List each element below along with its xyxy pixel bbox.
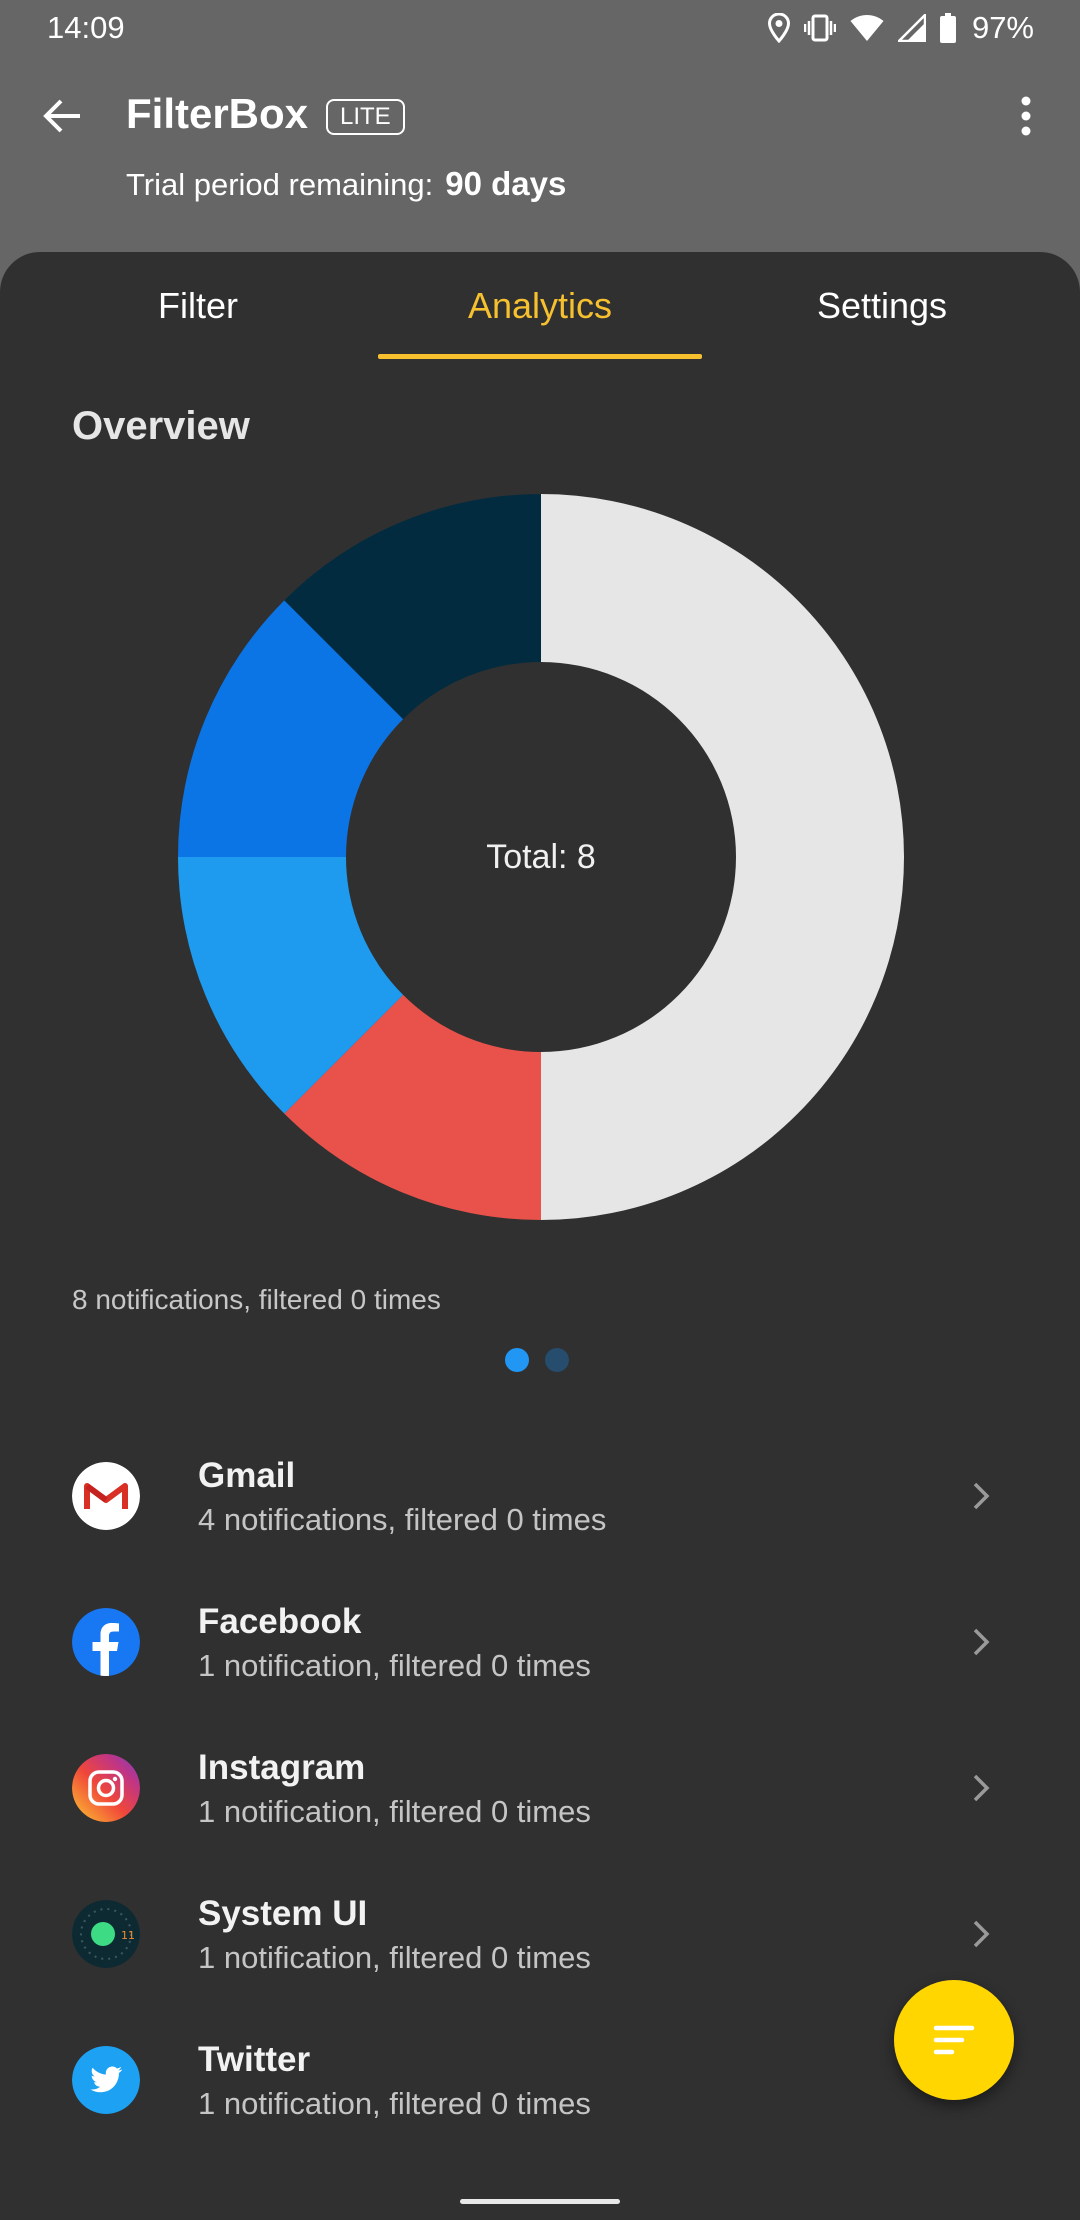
app-subtitle: 4 notifications, filtered 0 times <box>198 1502 607 1537</box>
sort-icon <box>933 2025 975 2055</box>
more-options-button[interactable] <box>1000 90 1052 142</box>
app-subtitle: 1 notification, filtered 0 times <box>198 1648 591 1683</box>
app-row-gmail[interactable]: Gmail 4 notifications, filtered 0 times <box>0 1422 1080 1568</box>
back-button[interactable] <box>36 90 88 142</box>
donut-slice-gmail[interactable] <box>541 494 904 1220</box>
tab-analytics[interactable]: Analytics <box>378 252 702 362</box>
tab-settings[interactable]: Settings <box>714 252 1050 362</box>
app-name: Twitter <box>198 2040 311 2079</box>
app-subtitle: 1 notification, filtered 0 times <box>198 2086 591 2121</box>
svg-text:11: 11 <box>121 1929 135 1942</box>
sort-fab-button[interactable] <box>894 1980 1014 2100</box>
app-row-system-ui[interactable]: 11 System UI 1 notification, filtered 0 … <box>0 1860 1080 2006</box>
donut-chart <box>178 494 904 1220</box>
tab-bar: Filter Analytics Settings <box>0 252 1080 362</box>
tab-indicator <box>378 354 702 359</box>
app-row-instagram[interactable]: Instagram 1 notification, filtered 0 tim… <box>0 1714 1080 1860</box>
status-time: 14:09 <box>47 10 125 45</box>
chevron-right-icon <box>973 1774 990 1802</box>
overview-chart[interactable]: Total: 8 <box>176 492 906 1222</box>
app-row-facebook[interactable]: Facebook 1 notification, filtered 0 time… <box>0 1568 1080 1714</box>
lite-badge: LITE <box>326 99 405 135</box>
chevron-right-icon <box>973 1920 990 1948</box>
instagram-icon <box>72 1754 140 1822</box>
trial-period: Trial period remaining: 90 days <box>126 165 566 203</box>
app-title: FilterBox <box>126 90 309 137</box>
page-indicator <box>505 1348 569 1372</box>
app-subtitle: 1 notification, filtered 0 times <box>198 1940 591 1975</box>
app-name: Gmail <box>198 1456 296 1495</box>
wifi-icon <box>850 14 884 42</box>
app-subtitle: 1 notification, filtered 0 times <box>198 1794 591 1829</box>
app-name: System UI <box>198 1894 368 1933</box>
status-bar: 14:09 97% <box>0 0 1080 56</box>
app-name: Instagram <box>198 1748 366 1787</box>
vibrate-icon <box>803 14 836 42</box>
facebook-icon <box>72 1608 140 1676</box>
gmail-icon <box>72 1462 140 1530</box>
app-bar: FilterBox LITE Trial period remaining: 90… <box>0 64 1080 202</box>
page-dot-2[interactable] <box>545 1348 569 1372</box>
location-icon <box>767 13 790 43</box>
page-dot-1[interactable] <box>505 1348 529 1372</box>
system-ui-icon: 11 <box>72 1900 140 1968</box>
arrow-back-icon <box>43 99 80 133</box>
chevron-right-icon <box>973 1628 990 1656</box>
trial-label: Trial period remaining: <box>126 167 434 202</box>
battery-percentage: 97% <box>971 10 1034 45</box>
overview-summary: 8 notifications, filtered 0 times <box>72 1284 441 1315</box>
tab-filter[interactable]: Filter <box>30 252 366 362</box>
home-indicator[interactable] <box>460 2199 620 2204</box>
twitter-icon <box>72 2046 140 2114</box>
more-vert-icon <box>1021 96 1031 136</box>
content-sheet: Filter Analytics Settings Overview Total… <box>0 252 1080 2220</box>
app-name: Facebook <box>198 1602 362 1641</box>
signal-icon <box>897 14 926 42</box>
trial-days: 90 days <box>445 165 567 202</box>
battery-icon <box>939 13 956 43</box>
status-icons: 97% <box>767 8 1034 48</box>
overview-title: Overview <box>72 404 250 448</box>
chevron-right-icon <box>973 1482 990 1510</box>
